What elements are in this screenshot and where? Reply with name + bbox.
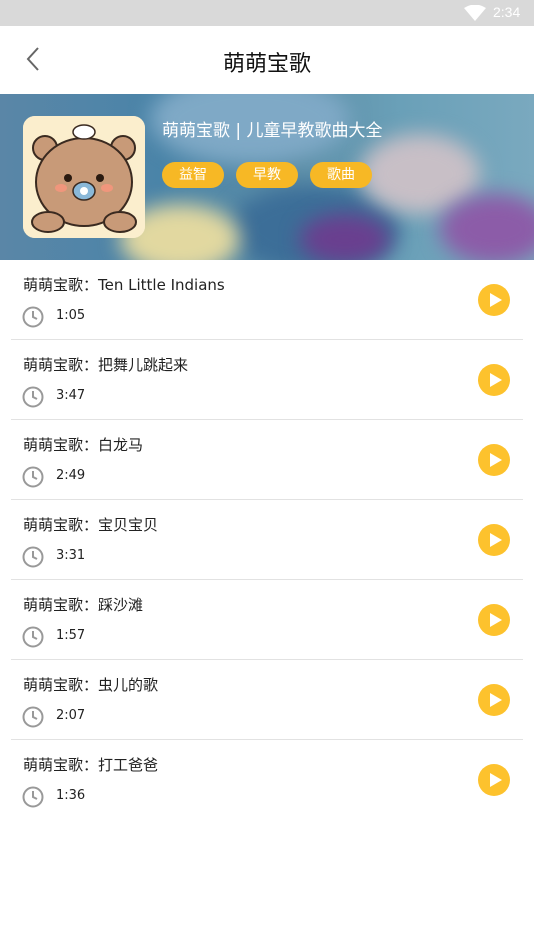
song-item[interactable]: 萌萌宝歌：宝贝宝贝 3:31	[11, 500, 523, 580]
play-icon[interactable]	[477, 603, 511, 637]
tag-chip[interactable]: 早教	[236, 162, 298, 188]
play-icon[interactable]	[477, 283, 511, 317]
song-title: 萌萌宝歌：Ten Little Indians	[23, 276, 225, 294]
song-duration: 2:07	[56, 708, 86, 723]
album-title: 萌萌宝歌 | 儿童早教歌曲大全	[162, 121, 383, 141]
song-item[interactable]: 萌萌宝歌：白龙马 2:49	[11, 420, 523, 500]
clock-icon	[22, 706, 44, 728]
wifi-icon	[464, 5, 486, 21]
status-time: 2:34	[493, 4, 521, 20]
song-duration: 1:36	[56, 788, 86, 803]
song-title: 萌萌宝歌：虫儿的歌	[23, 676, 159, 694]
app-bar: 萌萌宝歌	[0, 26, 534, 94]
tag-list: 益智 早教 歌曲	[162, 162, 372, 188]
clock-icon	[22, 626, 44, 648]
song-duration: 1:57	[56, 628, 86, 643]
clock-icon	[22, 386, 44, 408]
bear-illustration	[23, 116, 145, 238]
clock-icon	[22, 306, 44, 328]
song-item[interactable]: 萌萌宝歌：打工爸爸 1:36	[11, 740, 523, 819]
clock-icon	[22, 466, 44, 488]
clock-icon	[22, 786, 44, 808]
song-duration: 2:49	[56, 468, 86, 483]
play-icon[interactable]	[477, 763, 511, 797]
song-duration: 3:47	[56, 388, 86, 403]
status-bar: 2:34	[0, 0, 534, 26]
song-title: 萌萌宝歌：白龙马	[23, 436, 144, 454]
song-list: 萌萌宝歌：Ten Little Indians 1:05 萌萌宝歌：把舞儿跳起来…	[11, 260, 523, 819]
play-icon[interactable]	[477, 683, 511, 717]
tag-chip[interactable]: 益智	[162, 162, 224, 188]
play-icon[interactable]	[477, 523, 511, 557]
song-item[interactable]: 萌萌宝歌：把舞儿跳起来 3:47	[11, 340, 523, 420]
play-icon[interactable]	[477, 443, 511, 477]
song-item[interactable]: 萌萌宝歌：Ten Little Indians 1:05	[11, 260, 523, 340]
song-item[interactable]: 萌萌宝歌：虫儿的歌 2:07	[11, 660, 523, 740]
play-icon[interactable]	[477, 363, 511, 397]
tag-chip[interactable]: 歌曲	[310, 162, 372, 188]
page-title: 萌萌宝歌	[222, 52, 311, 77]
album-banner: 萌萌宝歌 | 儿童早教歌曲大全 益智 早教 歌曲	[0, 94, 534, 260]
song-title: 萌萌宝歌：宝贝宝贝	[23, 516, 159, 534]
song-title: 萌萌宝歌：把舞儿跳起来	[23, 356, 189, 374]
clock-icon	[22, 546, 44, 568]
song-item[interactable]: 萌萌宝歌：踩沙滩 1:57	[11, 580, 523, 660]
song-duration: 3:31	[56, 548, 86, 563]
song-title: 萌萌宝歌：踩沙滩	[23, 596, 144, 614]
song-duration: 1:05	[56, 308, 86, 323]
song-title: 萌萌宝歌：打工爸爸	[23, 756, 159, 774]
album-cover	[23, 116, 145, 238]
